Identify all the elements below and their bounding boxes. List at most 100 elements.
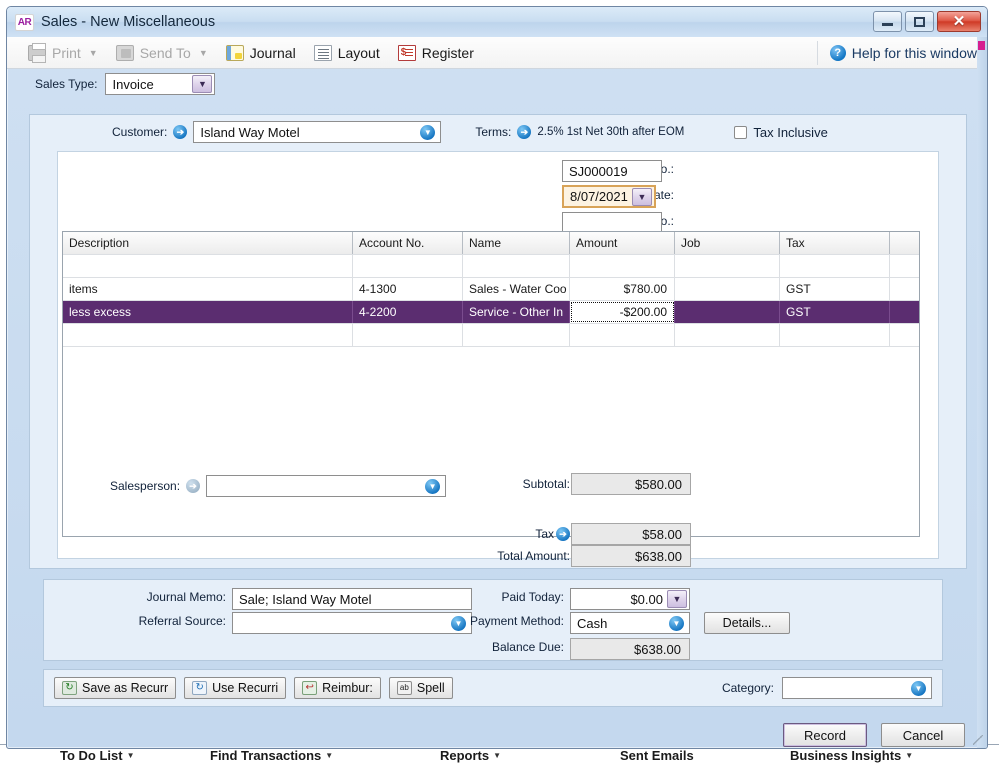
category-input[interactable]: ▼ [782, 677, 932, 699]
cell-name[interactable] [463, 255, 570, 277]
cell-name[interactable] [463, 324, 570, 346]
cell-job[interactable] [675, 301, 780, 323]
spell-button[interactable]: ab Spell [389, 677, 453, 699]
payment-details-button[interactable]: Details... [704, 612, 790, 634]
customer-drilldown-icon[interactable]: ➔ [173, 125, 187, 139]
cell-account-no[interactable]: 4-1300 [353, 278, 463, 300]
chevron-down-icon[interactable]: ▼ [420, 125, 435, 140]
date-input[interactable]: 8/07/2021 ▼ [562, 185, 656, 208]
cell-job[interactable] [675, 324, 780, 346]
cell-extra[interactable] [890, 301, 919, 323]
action-button-label: Save as Recurr [82, 681, 168, 695]
grid-col-amount[interactable]: Amount [570, 232, 675, 254]
cell-amount[interactable]: $780.00 [570, 278, 675, 300]
bg-task-label: Business Insights [790, 748, 901, 763]
cell-extra[interactable] [890, 255, 919, 277]
customer-input[interactable]: Island Way Motel ▼ [193, 121, 441, 143]
cell-job[interactable] [675, 255, 780, 277]
grid-col-tax[interactable]: Tax [780, 232, 890, 254]
cell-account-no[interactable] [353, 324, 463, 346]
help-link[interactable]: ? Help for this window [817, 41, 977, 65]
grid-col-job[interactable]: Job [675, 232, 780, 254]
action-button-label: Use Recurri [212, 681, 278, 695]
paid-today-value: $0.00 [630, 592, 663, 607]
payment-method-value: Cash [577, 616, 607, 631]
help-icon: ? [830, 45, 846, 61]
chevron-down-icon[interactable]: ▼ [632, 188, 652, 206]
use-recurring-button[interactable]: Use Recurri [184, 677, 286, 699]
tax-drilldown-icon[interactable]: ➔ [556, 527, 570, 541]
cell-job[interactable] [675, 278, 780, 300]
edge-marker-icon [978, 41, 985, 50]
payment-method-input[interactable]: Cash ▼ [570, 612, 690, 634]
grid-col-extra[interactable] [890, 232, 919, 254]
cell-amount[interactable]: -$200.00 [570, 301, 675, 323]
paid-today-label: Paid Today: [424, 590, 564, 604]
record-label: Record [804, 728, 846, 743]
resize-grip[interactable] [973, 735, 983, 745]
grid-col-description[interactable]: Description [63, 232, 353, 254]
table-row[interactable] [63, 254, 919, 277]
salesperson-row: Salesperson: ➔ ▼ [110, 475, 446, 497]
chevron-down-icon[interactable]: ▼ [667, 590, 687, 608]
sales-type-row: Sales Type: Invoice ▼ [7, 69, 987, 99]
table-row[interactable]: items 4-1300 Sales - Water Coo $780.00 G… [63, 277, 919, 300]
sales-type-value: Invoice [112, 77, 153, 92]
tax-inclusive-checkbox[interactable]: Tax Inclusive [734, 125, 827, 140]
table-row[interactable]: less excess 4-2200 Service - Other In -$… [63, 300, 919, 323]
journal-memo-label: Journal Memo: [116, 590, 226, 604]
reimburse-button[interactable]: Reimbur: [294, 677, 381, 699]
bg-task-label: Sent Emails [620, 748, 694, 763]
tax-row: Tax ➔ [510, 527, 570, 541]
chevron-down-icon[interactable]: ▼ [911, 681, 926, 696]
cell-name[interactable]: Service - Other In [463, 301, 570, 323]
chevron-down-icon: ▼ [199, 48, 208, 58]
cell-description[interactable] [63, 324, 353, 346]
cell-amount[interactable] [570, 255, 675, 277]
minimize-button[interactable] [873, 11, 902, 32]
chevron-down-icon[interactable]: ▼ [192, 75, 212, 93]
paid-today-input[interactable]: $0.00 ▼ [570, 588, 690, 610]
cancel-button[interactable]: Cancel [881, 723, 965, 747]
cell-tax[interactable]: GST [780, 278, 890, 300]
grid-col-account-no[interactable]: Account No. [353, 232, 463, 254]
record-button[interactable]: Record [783, 723, 867, 747]
table-row[interactable] [63, 323, 919, 346]
bg-task-label: Find Transactions [210, 748, 321, 763]
window-titlebar[interactable]: AR Sales - New Miscellaneous ✕ [7, 7, 987, 37]
cell-tax[interactable] [780, 255, 890, 277]
salesperson-drilldown-icon[interactable]: ➔ [186, 479, 200, 493]
chevron-down-icon[interactable]: ▼ [425, 479, 440, 494]
tax-inclusive-label: Tax Inclusive [753, 125, 827, 140]
grid-empty-area[interactable] [63, 346, 919, 536]
invoice-no-input[interactable]: SJ000019 [562, 160, 662, 182]
toolbar-journal-button[interactable]: Journal [217, 43, 305, 63]
maximize-button[interactable] [905, 11, 934, 32]
cell-account-no[interactable]: 4-2200 [353, 301, 463, 323]
chevron-down-icon[interactable]: ▼ [669, 616, 684, 631]
category-label: Category: [722, 681, 774, 695]
cell-amount[interactable] [570, 324, 675, 346]
cell-account-no[interactable] [353, 255, 463, 277]
cell-name[interactable]: Sales - Water Coo [463, 278, 570, 300]
cell-description[interactable]: items [63, 278, 353, 300]
cell-description[interactable] [63, 255, 353, 277]
cancel-label: Cancel [903, 728, 943, 743]
cell-tax[interactable]: GST [780, 301, 890, 323]
use-recurring-icon [192, 681, 207, 695]
salesperson-input[interactable]: ▼ [206, 475, 446, 497]
cell-description[interactable]: less excess [63, 301, 353, 323]
toolbar-print-button[interactable]: Print ▼ [19, 43, 107, 63]
cell-extra[interactable] [890, 278, 919, 300]
toolbar-layout-button[interactable]: Layout [305, 43, 389, 63]
cell-extra[interactable] [890, 324, 919, 346]
save-as-recurring-button[interactable]: Save as Recurr [54, 677, 176, 699]
payment-method-label: Payment Method: [424, 614, 564, 628]
cell-tax[interactable] [780, 324, 890, 346]
sales-type-select[interactable]: Invoice ▼ [105, 73, 215, 95]
toolbar-register-button[interactable]: Register [389, 43, 483, 63]
toolbar-send-to-button[interactable]: Send To ▼ [107, 43, 217, 63]
close-button[interactable]: ✕ [937, 11, 981, 32]
terms-drilldown-icon[interactable]: ➔ [517, 125, 531, 139]
grid-col-name[interactable]: Name [463, 232, 570, 254]
